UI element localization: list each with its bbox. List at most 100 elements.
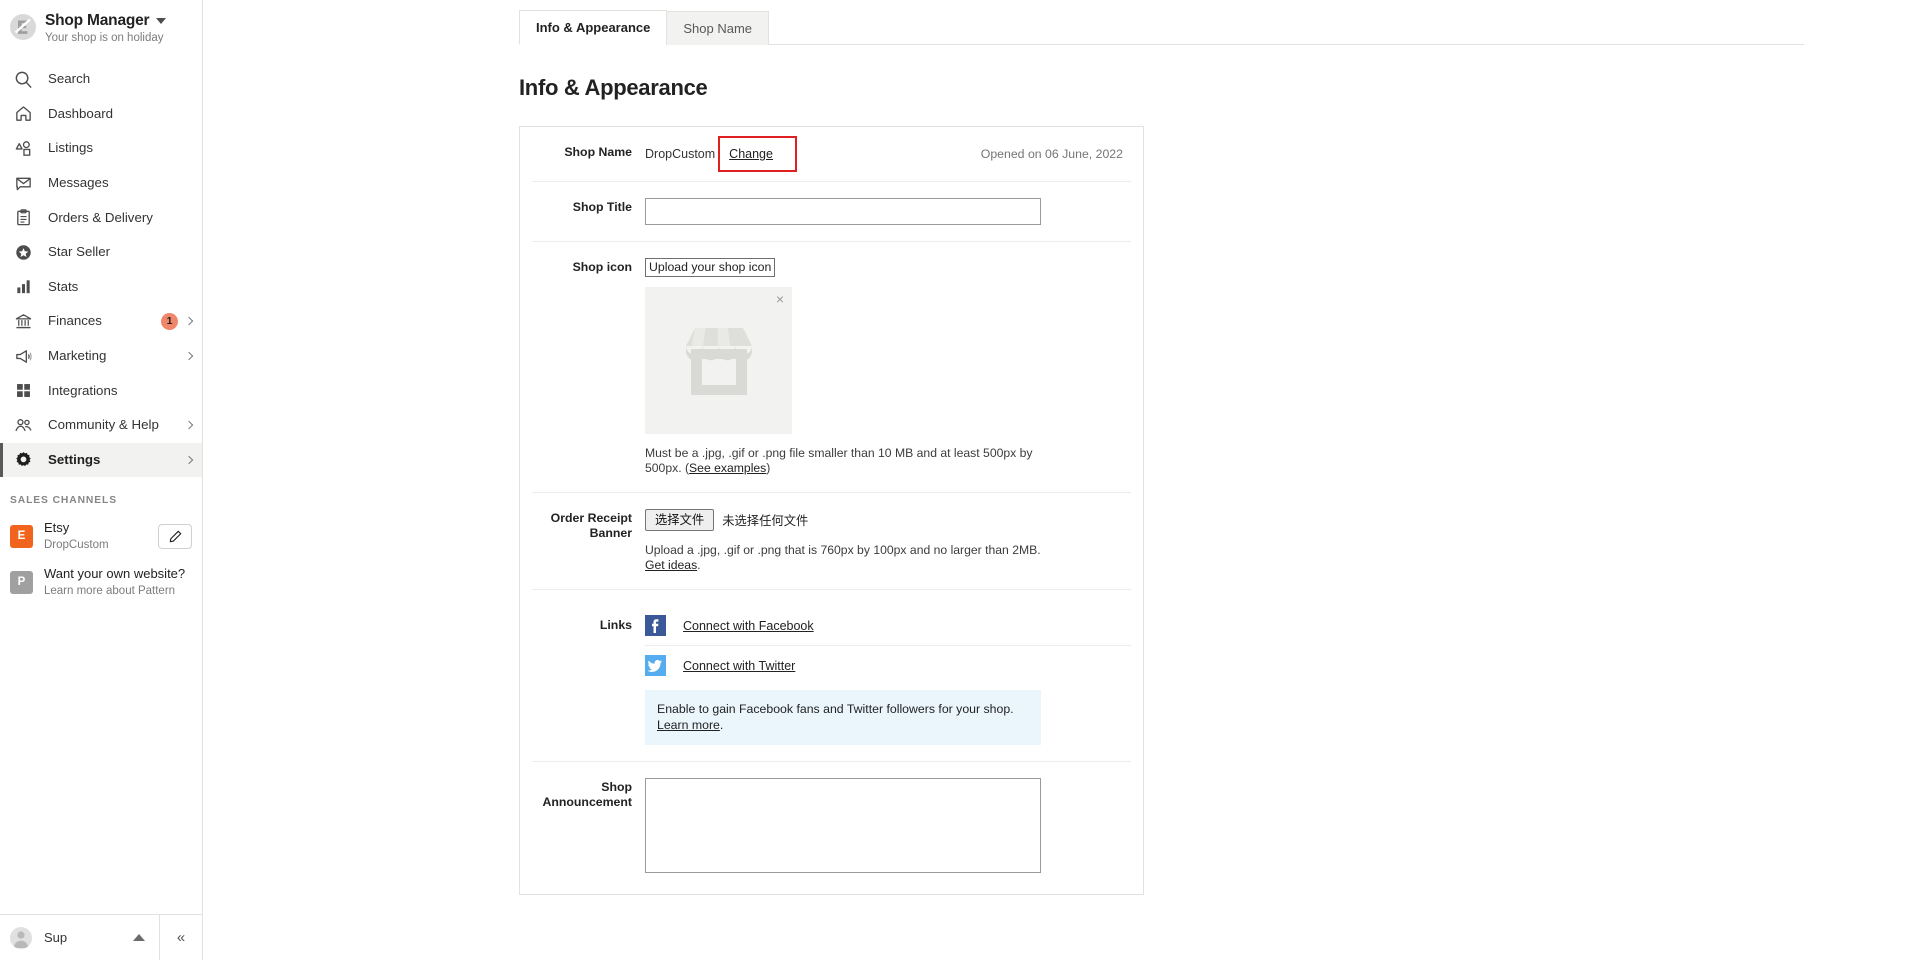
links-notice-text: Enable to gain Facebook fans and Twitter… xyxy=(657,702,1014,716)
edit-shop-button[interactable] xyxy=(158,523,192,549)
sidebar-item-label: Star Seller xyxy=(48,244,111,260)
shop-name-line: DropCustom Change Opened on 06 June, 202… xyxy=(645,136,1131,172)
clipboard-icon xyxy=(12,207,34,229)
sidebar-item-label: Search xyxy=(48,71,91,87)
upload-shop-icon-button[interactable]: Upload your shop icon xyxy=(645,258,776,277)
sidebar-item-right: 1 xyxy=(161,312,202,330)
sidebar-item-right xyxy=(184,420,202,430)
etsy-logo-icon: E xyxy=(10,524,33,548)
connect-facebook-row[interactable]: Connect with Facebook xyxy=(645,606,1131,646)
choose-file-button[interactable]: 选择文件 xyxy=(645,509,715,531)
sidebar-item-label: Orders & Delivery xyxy=(48,209,153,225)
order-receipt-banner-label: Order Receipt Banner xyxy=(550,511,632,540)
sales-channel-sub: DropCustom xyxy=(44,539,109,552)
shop-manager-header[interactable]: Shop Manager Your shop is on holiday xyxy=(0,0,202,53)
links-row: Links Connect with Facebook Connect with… xyxy=(532,590,1131,762)
shop-icon-row: Shop icon Upload your shop icon × Must b… xyxy=(532,242,1131,493)
shop-icon-body: Upload your shop icon × Must be a .jpg, … xyxy=(645,258,1131,476)
learn-more-link[interactable]: Learn more xyxy=(657,718,720,732)
sidebar-nav: Search Dashboard Listings Messages Order… xyxy=(0,62,202,478)
sidebar: Shop Manager Your shop is on holiday Sea… xyxy=(0,0,203,960)
sidebar-scroll: Shop Manager Your shop is on holiday Sea… xyxy=(0,0,202,914)
sidebar-item-label: Integrations xyxy=(48,382,118,398)
bar-chart-icon xyxy=(12,276,34,298)
caret-up-icon[interactable] xyxy=(133,934,145,941)
sidebar-item-listings[interactable]: Listings xyxy=(0,131,202,166)
change-shop-name-link[interactable]: Change xyxy=(729,147,773,161)
bank-icon xyxy=(12,310,34,332)
tab-info-appearance[interactable]: Info & Appearance xyxy=(519,10,668,45)
shop-title-label: Shop Title xyxy=(572,200,632,214)
facebook-icon xyxy=(645,615,666,636)
storefront-placeholder-icon xyxy=(673,315,765,412)
sales-channel-name: Etsy xyxy=(44,520,70,536)
status-badge: 1 xyxy=(161,312,178,330)
connect-twitter-row[interactable]: Connect with Twitter xyxy=(645,646,1131,685)
shop-icon-help-end: ) xyxy=(766,461,771,475)
order-receipt-banner-row: Order Receipt Banner 选择文件 未选择任何文件 Upload… xyxy=(532,493,1131,590)
shop-title-body xyxy=(645,198,1131,225)
sidebar-item-label: Messages xyxy=(48,175,109,191)
user-avatar-icon xyxy=(10,926,32,949)
banner-help-start: Upload a .jpg, .gif or .png that is 760p… xyxy=(645,543,1041,557)
links-notice-end: . xyxy=(719,718,724,732)
sales-channel-pattern[interactable]: P Want your own website? Learn more abou… xyxy=(0,559,202,605)
chevron-right-icon[interactable] xyxy=(184,420,194,430)
etsy-mark-icon xyxy=(14,18,31,34)
sidebar-item-finances[interactable]: Finances 1 xyxy=(0,304,202,339)
caret-down-icon[interactable] xyxy=(156,17,167,24)
sidebar-item-settings[interactable]: Settings xyxy=(0,442,202,478)
shop-name-row: Shop Name DropCustom Change Opened on 06… xyxy=(532,127,1131,182)
pattern-logo-icon: P xyxy=(10,570,33,594)
sales-channel-name: Want your own website? xyxy=(44,566,186,582)
sidebar-item-star-seller[interactable]: Star Seller xyxy=(0,235,202,270)
sidebar-item-right xyxy=(184,351,202,361)
connect-twitter-link[interactable]: Connect with Twitter xyxy=(683,659,795,673)
chevron-right-icon[interactable] xyxy=(184,455,194,465)
chevron-right-icon[interactable] xyxy=(184,317,194,326)
chevron-right-icon[interactable] xyxy=(184,351,194,361)
sidebar-item-right xyxy=(184,455,202,465)
sales-channel-etsy[interactable]: E Etsy DropCustom xyxy=(0,513,202,559)
order-receipt-banner-body: 选择文件 未选择任何文件 Upload a .jpg, .gif or .png… xyxy=(645,509,1131,573)
sales-channels-heading: Sales Channels xyxy=(10,495,117,507)
sidebar-item-orders-delivery[interactable]: Orders & Delivery xyxy=(0,200,202,235)
connect-facebook-link[interactable]: Connect with Facebook xyxy=(683,619,814,633)
see-examples-link[interactable]: See examples xyxy=(689,461,766,475)
twitter-icon xyxy=(645,655,666,676)
sidebar-item-stats[interactable]: Stats xyxy=(0,270,202,305)
close-icon[interactable]: × xyxy=(776,292,784,306)
shop-name-value: DropCustom xyxy=(645,147,716,161)
get-ideas-link[interactable]: Get ideas xyxy=(645,558,697,572)
sidebar-item-label: Listings xyxy=(48,140,94,156)
shop-announcement-textarea[interactable] xyxy=(645,778,1041,873)
shop-header-text: Shop Manager Your shop is on holiday xyxy=(45,12,167,45)
megaphone-icon xyxy=(12,345,34,367)
collapse-sidebar-icon[interactable]: « xyxy=(159,915,202,960)
sidebar-item-label: Dashboard xyxy=(48,105,114,121)
page-title: Shop Manager xyxy=(45,12,150,29)
links-label: Links xyxy=(599,618,632,632)
sidebar-item-label: Community & Help xyxy=(48,417,159,433)
sidebar-item-dashboard[interactable]: Dashboard xyxy=(0,97,202,132)
shop-name-label: Shop Name xyxy=(564,145,632,159)
tab-shop-name[interactable]: Shop Name xyxy=(666,11,770,45)
sidebar-item-integrations[interactable]: Integrations xyxy=(0,373,202,408)
main-inner: Info & Appearance Shop Name Info & Appea… xyxy=(304,0,1804,895)
banner-help-end: . xyxy=(697,558,701,572)
shop-title-input[interactable] xyxy=(645,198,1041,225)
star-badge-icon xyxy=(12,241,34,263)
user-menu-button[interactable]: Sup xyxy=(0,926,159,949)
sidebar-item-marketing[interactable]: Marketing xyxy=(0,339,202,374)
shop-title-row: Shop Manager xyxy=(45,12,167,29)
change-shop-name-highlight: Change xyxy=(718,136,797,172)
shop-status-text: Your shop is on holiday xyxy=(45,32,164,44)
sidebar-item-search[interactable]: Search xyxy=(0,62,202,97)
grid-icon xyxy=(12,380,34,402)
home-icon xyxy=(12,103,34,125)
settings-tabs: Info & Appearance Shop Name xyxy=(519,0,1804,45)
shop-announcement-label: Shop Announcement xyxy=(542,780,633,809)
sidebar-item-community-help[interactable]: Community & Help xyxy=(0,408,202,443)
sidebar-item-messages[interactable]: Messages xyxy=(0,166,202,201)
shop-name-body: DropCustom Change Opened on 06 June, 202… xyxy=(645,136,1131,172)
